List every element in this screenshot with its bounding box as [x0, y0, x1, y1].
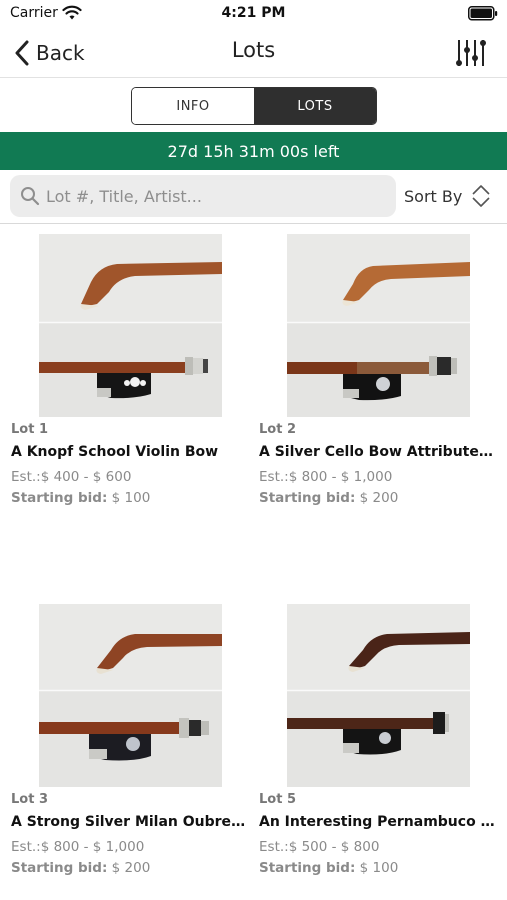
chevron-left-icon [15, 40, 29, 66]
starting-bid-label: Starting bid: [11, 860, 108, 876]
starting-bid-value: $ 100 [355, 860, 399, 876]
nav-bar: Back Lots [0, 28, 507, 78]
lot-card[interactable]: Lot 5 An Interesting Pernambuco V... Est… [259, 604, 499, 884]
starting-bid-value: $ 200 [107, 860, 151, 876]
search-row: Sort By [0, 170, 507, 224]
lot-image [39, 234, 222, 417]
lot-image [39, 604, 222, 787]
lot-starting-bid: Starting bid: $ 100 [259, 860, 398, 876]
lot-image [287, 604, 470, 787]
back-button[interactable]: Back [14, 36, 85, 70]
status-bar: Carrier 4:21 PM [0, 0, 507, 28]
status-time: 4:21 PM [221, 5, 286, 21]
sliders-icon[interactable] [453, 36, 487, 70]
search-input[interactable] [46, 186, 386, 206]
starting-bid-label: Starting bid: [259, 490, 356, 506]
starting-bid-label: Starting bid: [259, 860, 356, 876]
lot-title: A Knopf School Violin Bow [11, 444, 219, 460]
sort-label: Sort By [404, 186, 463, 206]
sort-updown-icon [472, 185, 490, 207]
lot-starting-bid: Starting bid: $ 200 [11, 860, 150, 876]
lot-estimate: Est.:$ 400 - $ 600 [11, 469, 132, 485]
starting-bid-value: $ 200 [355, 490, 399, 506]
sort-button[interactable]: Sort By [404, 175, 500, 217]
lot-estimate: Est.:$ 800 - $ 1,000 [259, 469, 393, 485]
lot-card[interactable]: Lot 2 A Silver Cello Bow Attributed... E… [259, 234, 499, 514]
lot-estimate: Est.:$ 800 - $ 1,000 [11, 839, 145, 855]
lot-starting-bid: Starting bid: $ 200 [259, 490, 398, 506]
lot-card[interactable]: Lot 1 A Knopf School Violin Bow Est.:$ 4… [11, 234, 251, 514]
lot-card[interactable]: Lot 3 A Strong Silver Milan Oubrec... Es… [11, 604, 251, 884]
tab-lots[interactable]: LOTS [254, 88, 376, 124]
lot-number: Lot 2 [259, 422, 297, 437]
starting-bid-value: $ 100 [107, 490, 151, 506]
battery-icon [468, 6, 498, 21]
search-box[interactable] [10, 175, 396, 217]
starting-bid-label: Starting bid: [11, 490, 108, 506]
search-icon [21, 187, 40, 206]
lot-title: A Strong Silver Milan Oubrec... [11, 814, 247, 830]
countdown-text: 27d 15h 31m 00s left [167, 141, 340, 161]
lot-title: An Interesting Pernambuco V... [259, 814, 495, 830]
lot-number: Lot 3 [11, 792, 49, 807]
lot-number: Lot 1 [11, 422, 49, 437]
segmented-control: INFO LOTS [131, 87, 377, 125]
lot-number: Lot 5 [259, 792, 297, 807]
lot-title: A Silver Cello Bow Attributed... [259, 444, 495, 460]
countdown-banner: 27d 15h 31m 00s left [0, 132, 507, 170]
lot-starting-bid: Starting bid: $ 100 [11, 490, 150, 506]
tab-info[interactable]: INFO [132, 88, 254, 124]
lot-estimate: Est.:$ 500 - $ 800 [259, 839, 380, 855]
lot-image [287, 234, 470, 417]
back-label: Back [36, 41, 85, 65]
